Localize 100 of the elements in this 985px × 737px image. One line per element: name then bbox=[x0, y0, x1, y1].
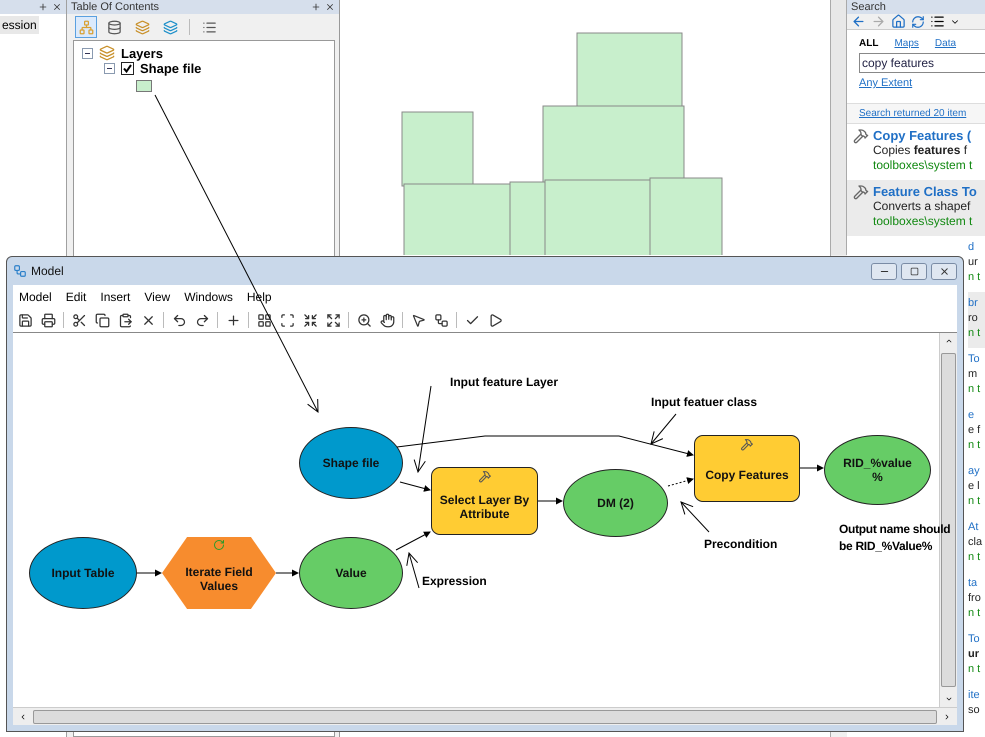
variable-node[interactable]: Shape file bbox=[299, 427, 403, 499]
home-icon[interactable] bbox=[891, 14, 906, 29]
panel-title: Table Of Contents bbox=[71, 0, 160, 14]
annotation-arrow bbox=[680, 501, 710, 532]
result-title[interactable]: ta bbox=[968, 576, 985, 591]
maximize-icon bbox=[910, 266, 918, 276]
connector-arrow bbox=[396, 532, 431, 550]
menu-item[interactable]: Windows bbox=[184, 290, 233, 304]
layer-name[interactable]: Shape file bbox=[140, 61, 202, 76]
menu-item[interactable]: View bbox=[144, 290, 170, 304]
connector-arrow bbox=[400, 482, 431, 492]
extent-link[interactable]: Any Extent bbox=[859, 77, 985, 89]
variable-node[interactable]: Value bbox=[299, 537, 403, 609]
list-item[interactable]: ession bbox=[0, 16, 39, 34]
results-summary-link[interactable]: Search returned 20 item bbox=[847, 103, 985, 124]
menu-item[interactable]: Model bbox=[19, 290, 52, 304]
variable-node[interactable]: DM (2) bbox=[563, 469, 668, 537]
result-description: cla bbox=[968, 535, 984, 550]
pin-icon[interactable] bbox=[38, 2, 48, 12]
connector-arrow bbox=[800, 464, 824, 472]
result-path: n t bbox=[968, 662, 982, 677]
back-icon[interactable] bbox=[851, 14, 866, 29]
scroll-up-icon[interactable] bbox=[944, 337, 952, 345]
result-description: e l bbox=[968, 479, 981, 494]
annotation-text: Input featuer class bbox=[651, 394, 758, 411]
result-description: Copies features f bbox=[873, 143, 968, 158]
annotation-text: Precondition bbox=[704, 536, 778, 553]
result-title[interactable]: br bbox=[968, 296, 985, 311]
close-icon[interactable] bbox=[52, 2, 62, 12]
scrollbar-thumb[interactable] bbox=[33, 710, 937, 724]
close-button[interactable] bbox=[931, 262, 957, 280]
result-description: ro bbox=[968, 311, 979, 326]
result-path: n t bbox=[968, 494, 982, 509]
result-path: n t bbox=[968, 270, 982, 285]
result-description: ur bbox=[968, 647, 980, 662]
result-description: m bbox=[968, 367, 978, 382]
result-path: toolboxes\system t bbox=[873, 214, 974, 229]
panel-title: Search bbox=[851, 0, 887, 14]
result-description: e f bbox=[968, 423, 982, 438]
scroll-down-icon[interactable] bbox=[944, 695, 952, 703]
connector-arrow bbox=[538, 498, 563, 504]
close-icon[interactable] bbox=[325, 2, 335, 12]
connector-arrow bbox=[668, 477, 694, 486]
result-title[interactable]: ite bbox=[968, 688, 985, 703]
variable-node[interactable]: Input Table bbox=[29, 537, 137, 609]
result-title[interactable]: To bbox=[968, 352, 985, 367]
result-title[interactable]: To bbox=[968, 632, 985, 647]
hammer-icon bbox=[740, 438, 754, 451]
layer-name[interactable]: Layers bbox=[121, 46, 163, 60]
annotation-text: Input feature Layer bbox=[450, 374, 558, 391]
refresh-icon[interactable] bbox=[911, 14, 925, 28]
close-icon bbox=[938, 266, 950, 276]
search-result[interactable]: Feature Class To Converts a shapef toolboxes\system t bbox=[847, 180, 985, 236]
collapse-icon[interactable] bbox=[104, 63, 115, 74]
search-tab[interactable]: ALL bbox=[859, 38, 878, 49]
collapse-icon[interactable] bbox=[82, 48, 93, 58]
result-description: ur bbox=[968, 255, 979, 270]
scroll-right-icon[interactable] bbox=[943, 712, 951, 720]
result-path: toolboxes\system t bbox=[873, 158, 972, 173]
tool-node[interactable]: Copy Features bbox=[694, 435, 800, 502]
search-field[interactable]: copy features bbox=[859, 53, 985, 73]
hammer-icon bbox=[478, 470, 491, 483]
result-path: n t bbox=[968, 438, 982, 453]
annotation-arrow bbox=[650, 414, 676, 445]
maximize-button[interactable] bbox=[901, 262, 927, 280]
result-title[interactable]: At bbox=[968, 520, 985, 535]
search-result[interactable]: br ro n t bbox=[968, 292, 985, 348]
scroll-left-icon[interactable] bbox=[19, 712, 27, 720]
hammer-icon bbox=[853, 128, 869, 144]
result-title[interactable]: ay bbox=[968, 464, 985, 479]
result-title[interactable]: Copy Features ( bbox=[873, 128, 972, 143]
hammer-icon bbox=[853, 184, 869, 200]
tool-node[interactable]: Select Layer By Attribute bbox=[431, 467, 538, 535]
scrollbar-track[interactable] bbox=[831, 0, 847, 255]
variable-node[interactable]: RID_%value % bbox=[824, 435, 931, 505]
result-description: so bbox=[968, 703, 981, 718]
menu-item[interactable]: Insert bbox=[100, 290, 130, 304]
annotation-arrow bbox=[406, 552, 420, 588]
result-path: n t bbox=[968, 550, 982, 565]
result-title[interactable]: Feature Class To bbox=[873, 184, 977, 199]
horizontal-scrollbar[interactable] bbox=[13, 707, 957, 725]
connector-arrow bbox=[276, 570, 299, 576]
model-icon bbox=[13, 264, 27, 278]
result-description: fro bbox=[968, 591, 982, 606]
result-title[interactable]: d bbox=[968, 240, 985, 255]
result-path: n t bbox=[968, 606, 982, 621]
window-title: Model bbox=[31, 264, 65, 278]
result-path: n t bbox=[968, 326, 982, 341]
pin-icon[interactable] bbox=[311, 2, 321, 12]
menu-item[interactable]: Edit bbox=[66, 290, 86, 304]
search-tab[interactable]: Data bbox=[934, 38, 956, 49]
checkbox[interactable] bbox=[121, 62, 134, 75]
result-title[interactable]: e bbox=[968, 408, 985, 423]
layers-icon bbox=[99, 45, 115, 61]
search-tab[interactable]: Maps bbox=[894, 38, 919, 49]
annotation-text: Output name should be RID_%Value% bbox=[839, 521, 952, 555]
result-description: Converts a shapef bbox=[873, 199, 972, 214]
result-path: n t bbox=[968, 382, 982, 397]
list-icon[interactable] bbox=[930, 14, 945, 29]
iterator-node[interactable]: Iterate Field Values bbox=[162, 537, 276, 609]
